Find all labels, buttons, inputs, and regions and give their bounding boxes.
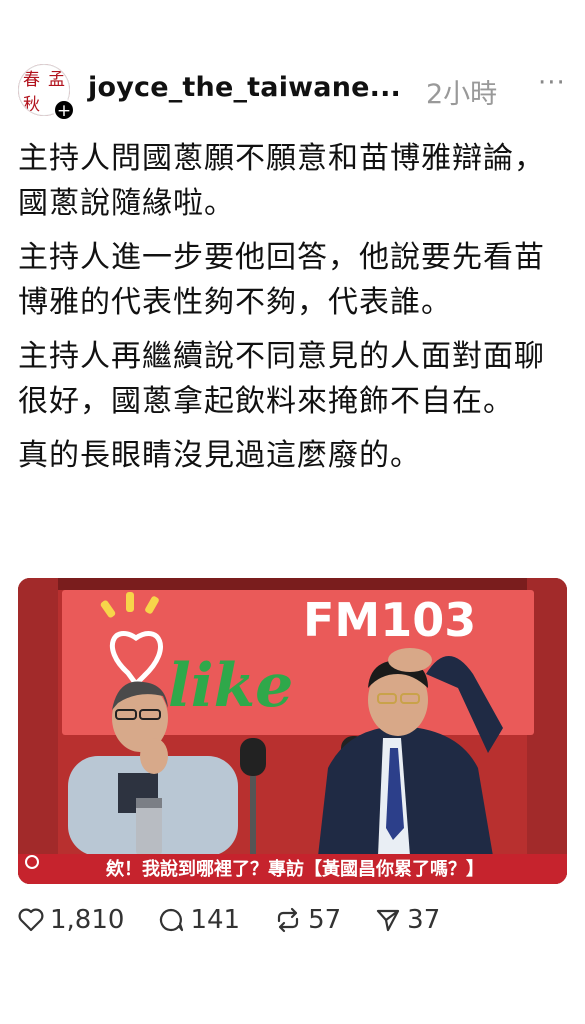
repost-button[interactable]: 57 bbox=[274, 905, 341, 935]
send-icon bbox=[377, 909, 400, 932]
avatar-char: 孟 bbox=[48, 70, 65, 90]
action-bar: 1,810 141 57 37 bbox=[18, 900, 474, 940]
like-button[interactable]: 1,810 bbox=[18, 905, 124, 935]
repost-icon bbox=[277, 907, 299, 933]
repost-count: 57 bbox=[308, 905, 342, 935]
station-label: FM103 bbox=[303, 593, 476, 647]
reply-button[interactable]: 141 bbox=[158, 905, 240, 935]
post-header: 春 孟 秋 + joyce_the_taiwane... 2小時 ··· bbox=[18, 62, 568, 121]
video-frame: like FM103 欸！我說到哪裡了？專訪【黃國昌你累了嗎？】 bbox=[18, 578, 567, 884]
avatar[interactable]: 春 孟 秋 + bbox=[18, 64, 75, 121]
heart-icon bbox=[18, 908, 44, 932]
video-caption: 欸！我說到哪裡了？專訪【黃國昌你累了嗎？】 bbox=[106, 858, 484, 880]
post-paragraph: 主持人問國蔥願不願意和苗博雅辯論，國蔥說隨緣啦。 bbox=[18, 141, 545, 221]
post-time: 2小時 bbox=[426, 79, 498, 110]
username[interactable]: joyce_the_taiwane... bbox=[88, 72, 401, 103]
more-options-icon[interactable]: ··· bbox=[538, 68, 566, 98]
post-paragraph: 主持人再繼續說不同意見的人面對面聊很好，國蔥拿起飲料來掩飾不自在。 bbox=[18, 339, 545, 419]
post-paragraph: 真的長眼睛沒見過這麼廢的。 bbox=[18, 438, 421, 473]
post-video[interactable]: like FM103 欸！我說到哪裡了？專訪【黃國昌你累了嗎？】 bbox=[18, 578, 567, 884]
like-logo: like bbox=[168, 651, 293, 721]
share-button[interactable]: 37 bbox=[375, 905, 440, 935]
share-count: 37 bbox=[407, 905, 441, 935]
follow-plus-icon[interactable]: + bbox=[53, 99, 75, 121]
post-paragraph: 主持人進一步要他回答，他說要先看苗博雅的代表性夠不夠，代表誰。 bbox=[18, 240, 545, 320]
avatar-char: 秋 bbox=[23, 95, 40, 115]
reply-count: 141 bbox=[190, 905, 241, 935]
comment-icon bbox=[160, 908, 184, 932]
avatar-char: 春 bbox=[23, 70, 40, 90]
like-count: 1,810 bbox=[50, 905, 125, 935]
post-text: 主持人問國蔥願不願意和苗博雅辯論，國蔥說隨緣啦。 主持人進一步要他回答，他說要先… bbox=[18, 136, 558, 487]
